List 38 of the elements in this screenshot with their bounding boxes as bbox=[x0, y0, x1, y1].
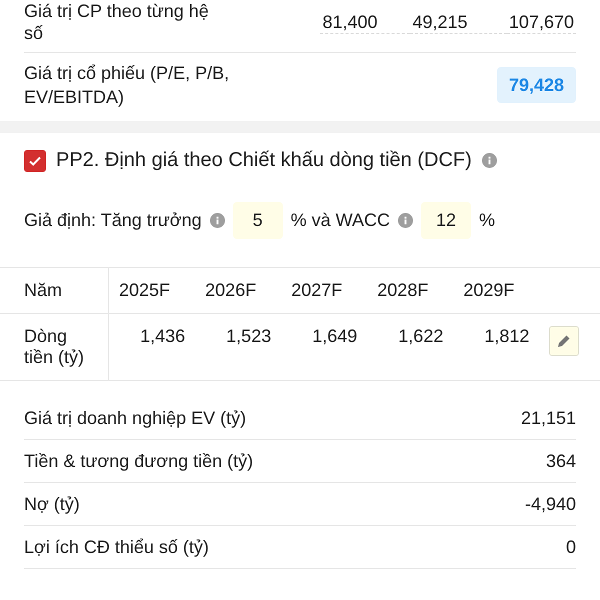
table-cell: 1,622 bbox=[398, 326, 444, 346]
year-header: 2025F bbox=[119, 280, 170, 300]
table-cell: 1,812 bbox=[484, 326, 530, 346]
summary-label: Lợi ích CĐ thiểu số (tỷ) bbox=[24, 536, 209, 558]
year-header: 2027F bbox=[291, 280, 342, 300]
summary-label: Giá trị doanh nghiệp EV (tỷ) bbox=[24, 407, 246, 429]
stock-value-badge: 79,428 bbox=[496, 67, 576, 103]
summary-value: -4,940 bbox=[524, 493, 576, 515]
info-icon[interactable] bbox=[398, 213, 413, 228]
row-label: Giá trị cổ phiếu (P/E, P/B, EV/EBITDA) bbox=[24, 62, 230, 109]
row-label: Dòng tiền (tỷ) bbox=[24, 326, 84, 367]
table-cell: 1,436 bbox=[140, 326, 186, 346]
unit-label: % bbox=[478, 210, 495, 231]
row-label: Giá trị CP theo từng hệ số bbox=[24, 0, 210, 44]
table-cell: 1,523 bbox=[226, 326, 272, 346]
summary-label: Tiền & tương đương tiền (tỷ) bbox=[24, 450, 254, 472]
assumption-label: % và WACC bbox=[290, 210, 390, 231]
summary-value: 21,151 bbox=[520, 407, 576, 429]
summary-label: Nợ (tỷ) bbox=[24, 493, 80, 515]
summary-value: 0 bbox=[566, 536, 576, 558]
ratio-value: 81,400 bbox=[320, 10, 410, 34]
year-header: 2028F bbox=[377, 280, 428, 300]
year-header: 2029F bbox=[463, 280, 514, 300]
checkbox[interactable] bbox=[24, 150, 46, 172]
summary-value: 364 bbox=[546, 450, 576, 472]
ratio-value: 49,215 bbox=[410, 10, 507, 34]
growth-input[interactable]: 5 bbox=[232, 202, 283, 239]
section-title: PP2. Định giá theo Chiết khấu dòng tiền (DCF) bbox=[56, 149, 472, 172]
ratio-value: 107,670 bbox=[506, 10, 576, 34]
pencil-icon bbox=[556, 333, 572, 349]
table-cell: 1,649 bbox=[312, 326, 358, 346]
info-icon[interactable] bbox=[482, 153, 497, 168]
assumption-label: Giả định: Tăng trưởng bbox=[24, 210, 202, 231]
wacc-input[interactable]: 12 bbox=[420, 202, 471, 239]
year-header: 2026F bbox=[205, 280, 256, 300]
edit-button[interactable] bbox=[549, 326, 580, 356]
info-icon[interactable] bbox=[210, 213, 225, 228]
table-header: Năm bbox=[24, 280, 62, 300]
